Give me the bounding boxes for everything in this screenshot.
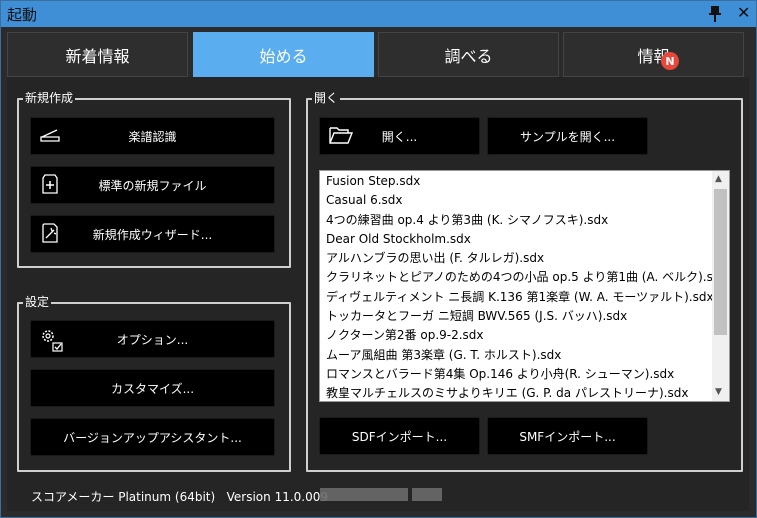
- list-item[interactable]: トッカータとフーガ ニ短調 BWV.565 (J.S. バッハ).sdx: [326, 307, 716, 326]
- tab-info[interactable]: 情報 N: [563, 32, 744, 77]
- tab-label: 調べる: [444, 46, 493, 66]
- settings-group-label: 設定: [23, 295, 52, 309]
- open-group-label: 開く: [312, 91, 341, 105]
- startup-window: 起動 ✕ 新着情報 始める 調べる 情報 N 新規作成 楽譜認識 標準の新規ファ…: [0, 0, 757, 518]
- list-item[interactable]: 4つの練習曲 op.4 より第3曲 (K. シマノフスキ).sdx: [326, 211, 716, 230]
- button-label: カスタマイズ...: [110, 381, 195, 396]
- button-label: 開く...: [381, 129, 418, 144]
- button-label: オプション...: [116, 332, 189, 347]
- tab-label: 始める: [259, 46, 308, 66]
- list-item[interactable]: クラリネットとピアノのための4つの小品 op.5 より第1曲 (A. ベルク).…: [326, 268, 716, 287]
- scroll-up-icon[interactable]: ▲: [715, 174, 722, 184]
- recent-files-list[interactable]: Fusion Step.sdx Casual 6.sdx 4つの練習曲 op.4…: [319, 170, 730, 402]
- vertical-scrollbar[interactable]: ▲ ▼: [712, 171, 729, 401]
- version-info: スコアメーカー Platinum (64bit) Version 11.0.00…: [31, 490, 329, 504]
- button-label: サンプルを開く...: [519, 129, 616, 144]
- button-label: 新規作成ウィザード...: [92, 227, 213, 242]
- new-file-wizard-button[interactable]: 新規作成ウィザード...: [30, 215, 275, 253]
- customize-button[interactable]: カスタマイズ...: [30, 369, 275, 407]
- button-label: 楽譜認識: [128, 129, 177, 144]
- list-item[interactable]: ノクターン第2番 op.9-2.sdx: [326, 326, 716, 345]
- list-item[interactable]: アルハンブラの思い出 (F. タルレガ).sdx: [326, 249, 716, 268]
- scanner-icon: [39, 124, 61, 146]
- list-item[interactable]: Casual 6.sdx: [326, 191, 716, 210]
- tab-learn[interactable]: 調べる: [378, 32, 559, 77]
- smf-import-button[interactable]: SMFインポート...: [487, 417, 648, 455]
- score-recognition-button[interactable]: 楽譜認識: [30, 117, 275, 155]
- list-item[interactable]: 教皇マルチェルスのミサよりキリエ (G. P. da パレストリーナ).sdx: [326, 384, 716, 403]
- open-button[interactable]: 開く...: [319, 117, 480, 155]
- scroll-down-icon[interactable]: ▼: [715, 387, 722, 397]
- version-up-assistant-button[interactable]: バージョンアップアシスタント...: [30, 418, 275, 456]
- tab-whats-new[interactable]: 新着情報: [7, 32, 188, 77]
- open-sample-button[interactable]: サンプルを開く...: [487, 117, 648, 155]
- sdf-import-button[interactable]: SDFインポート...: [319, 417, 480, 455]
- list-item[interactable]: Dear Old Stockholm.sdx: [326, 230, 716, 249]
- options-gear-icon: [39, 327, 63, 352]
- button-label: SMFインポート...: [519, 429, 616, 444]
- title-bar[interactable]: 起動 ✕: [1, 1, 756, 27]
- window-title: 起動: [7, 6, 38, 24]
- pin-icon[interactable]: [707, 5, 723, 23]
- list-item[interactable]: ロマンスとバラード第4集 Op.146 より小舟(R. シューマン).sdx: [326, 365, 716, 384]
- new-file-icon: [39, 173, 61, 195]
- button-label: 標準の新規ファイル: [98, 178, 207, 193]
- tab-bar: 新着情報 始める 調べる 情報 N: [7, 32, 747, 77]
- standard-new-file-button[interactable]: 標準の新規ファイル: [30, 166, 275, 204]
- button-label: バージョンアップアシスタント...: [63, 430, 242, 445]
- list-item[interactable]: ディヴェルティメント ニ長調 K.136 第1楽章 (W. A. モーツァルト)…: [326, 288, 716, 307]
- new-badge: N: [661, 52, 679, 70]
- tab-get-started[interactable]: 始める: [193, 32, 374, 77]
- scrollbar-thumb[interactable]: [714, 189, 727, 335]
- tab-label: 新着情報: [65, 46, 130, 66]
- folder-icon: [328, 124, 354, 146]
- new-group-label: 新規作成: [23, 91, 76, 105]
- close-icon[interactable]: ✕: [737, 3, 750, 22]
- list-item[interactable]: ムーア風組曲 第3楽章 (G. T. ホルスト).sdx: [326, 346, 716, 365]
- redacted-serial-part: [412, 488, 442, 501]
- options-button[interactable]: オプション...: [30, 320, 275, 358]
- wizard-icon: [39, 222, 61, 244]
- button-label: SDFインポート...: [351, 429, 448, 444]
- list-item[interactable]: Fusion Step.sdx: [326, 172, 716, 191]
- redacted-serial: [320, 488, 408, 501]
